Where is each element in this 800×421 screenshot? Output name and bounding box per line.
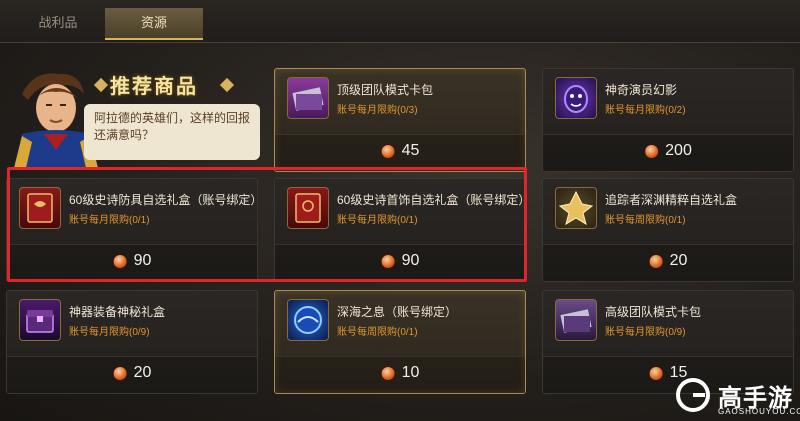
item-limit: 账号每月限购(0/2)	[605, 105, 686, 116]
item-limit: 账号每月限购(0/3)	[337, 105, 418, 116]
highlight-frame	[7, 167, 527, 282]
price-bar: 10	[275, 356, 525, 393]
item-name: 追踪者深渊精粹自选礼盒	[605, 193, 738, 207]
item-price: 20	[133, 364, 152, 381]
coin-icon	[644, 143, 660, 159]
item-limit: 账号每周限购(0/1)	[605, 215, 686, 226]
logo-g-icon	[676, 378, 710, 412]
coin-icon	[648, 253, 664, 269]
coin-icon	[112, 365, 128, 381]
coin-icon	[380, 365, 396, 381]
price-bar: 20	[543, 244, 793, 281]
card-pack-icon	[555, 299, 597, 341]
item-limit: 账号每周限购(0/1)	[337, 327, 418, 338]
recommend-title: 推荐商品	[110, 76, 198, 98]
coin-icon	[648, 365, 664, 381]
item-price: 10	[401, 364, 420, 381]
item-price: 45	[401, 142, 420, 159]
item-name: 神奇演员幻影	[605, 83, 678, 97]
tab-bar: 战利品 资源	[0, 0, 800, 43]
card-pack-icon	[287, 77, 329, 119]
item-name: 顶级团队模式卡包	[337, 83, 434, 97]
item-price: 20	[669, 252, 688, 269]
coin-icon	[380, 143, 396, 159]
item-name: 高级团队模式卡包	[605, 305, 702, 319]
shop-item-card[interactable]: 神器装备神秘礼盒 账号每月限购(0/9) 20	[6, 290, 258, 394]
title-ornament-right	[219, 77, 235, 93]
shop-item-card[interactable]: 追踪者深渊精粹自选礼盒 账号每周限购(0/1) 20	[542, 178, 794, 282]
price-bar: 45	[275, 134, 525, 171]
logo-subtext: GAOSHOUYOU.COM	[718, 407, 800, 416]
tab-loot[interactable]: 战利品	[18, 8, 98, 38]
item-name: 深海之息（账号绑定）	[337, 305, 458, 319]
tab-resources[interactable]: 资源	[105, 8, 203, 40]
item-price: 200	[665, 142, 692, 159]
item-limit: 账号每月限购(0/9)	[69, 327, 150, 338]
purple-chest-icon	[19, 299, 61, 341]
shop-item-card[interactable]: 神奇演员幻影 账号每月限购(0/2) 200	[542, 68, 794, 172]
blue-orb-icon	[287, 299, 329, 341]
phantom-mask-icon	[555, 77, 597, 119]
shop-item-card[interactable]: 深海之息（账号绑定） 账号每周限购(0/1) 10	[274, 290, 526, 394]
price-bar: 20	[7, 356, 257, 393]
price-bar: 200	[543, 134, 793, 171]
item-limit: 账号每月限购(0/9)	[605, 327, 686, 338]
gold-crystal-icon	[555, 187, 597, 229]
shop-item-card[interactable]: 顶级团队模式卡包 账号每月限购(0/3) 45	[274, 68, 526, 172]
site-watermark: 高手游 GAOSHOUYOU.COM	[674, 376, 800, 421]
hero-speech-bubble: 阿拉德的英雄们，这样的回报还满意吗？	[84, 104, 260, 160]
item-name: 神器装备神秘礼盒	[69, 305, 166, 319]
